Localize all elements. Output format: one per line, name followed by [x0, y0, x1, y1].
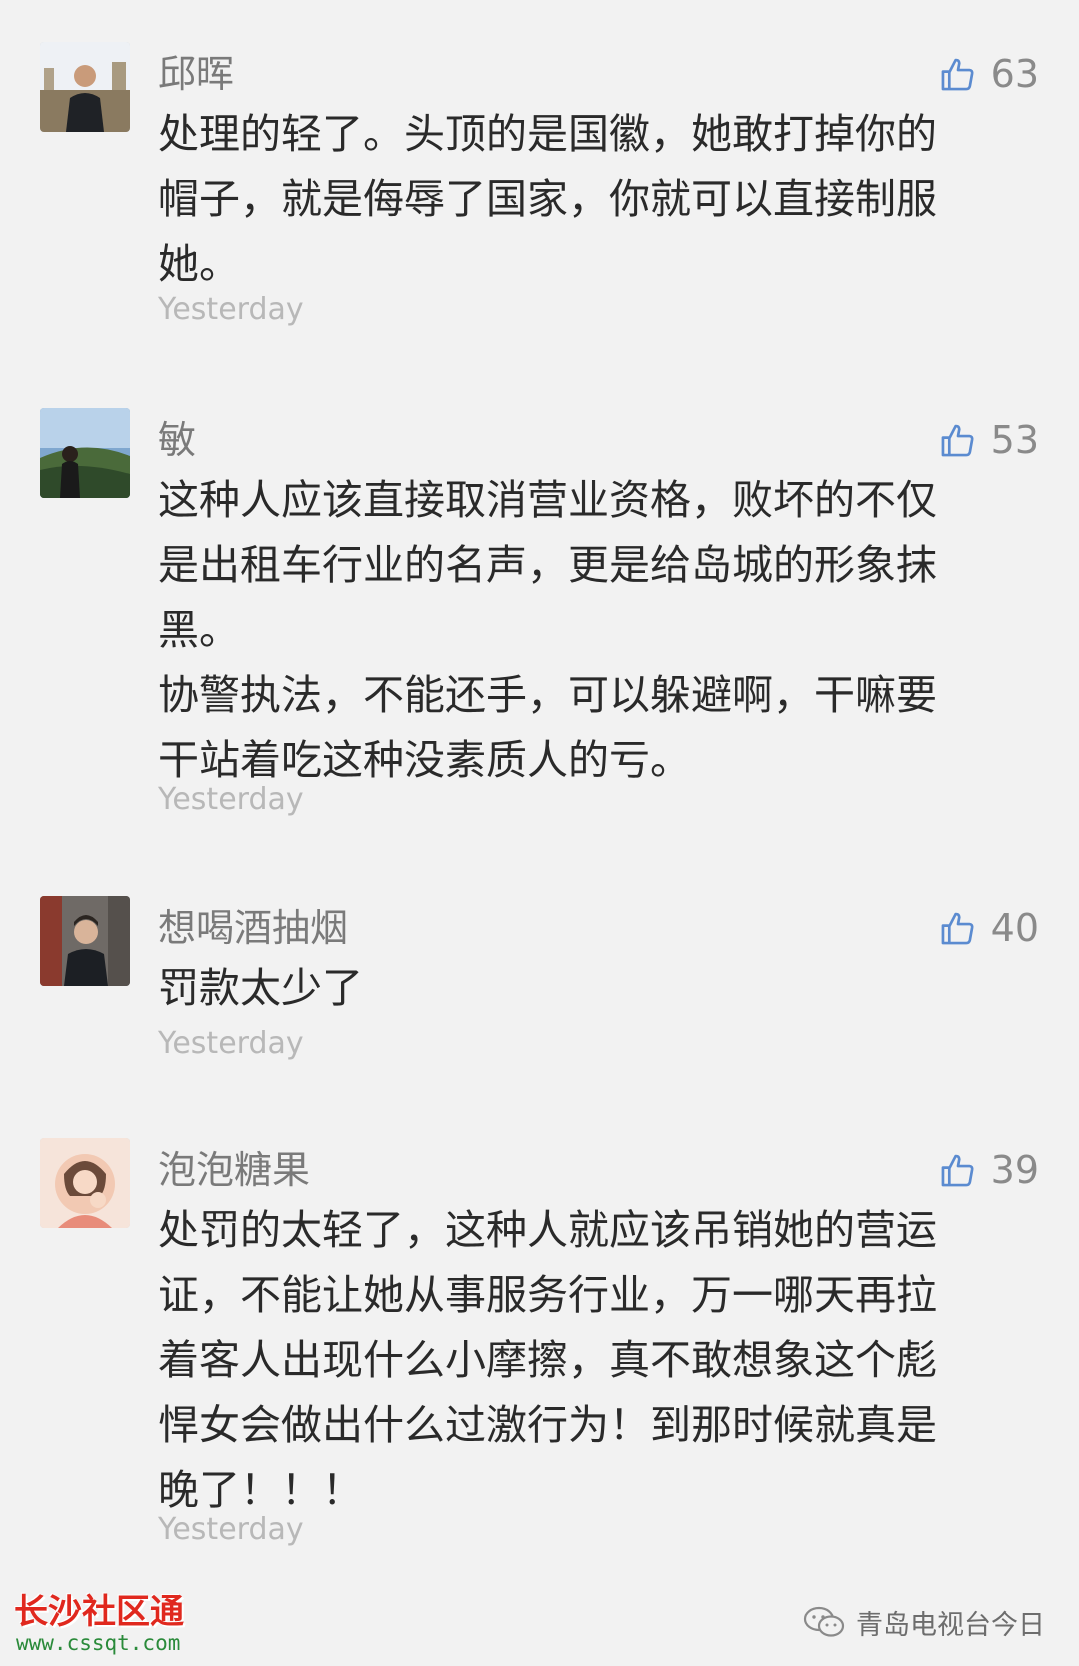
avatar-image — [40, 408, 130, 498]
like-button[interactable]: 39 — [939, 1144, 1039, 1196]
avatar[interactable] — [40, 408, 130, 498]
thumbs-up-icon — [941, 912, 974, 945]
watermark-right: 青岛电视台今日 — [802, 1600, 1045, 1644]
comment-text: 处罚的太轻了，这种人就应该吊销她的营运 证，不能让她从事服务行业，万一哪天再拉 … — [158, 1206, 937, 1514]
like-count: 40 — [990, 906, 1039, 950]
comment-time: Yesterday — [158, 1512, 304, 1547]
watermark-left: 长沙社区通 www.cssqt.com — [14, 1592, 214, 1658]
wechat-icon — [803, 1606, 845, 1637]
comment-text: 这种人应该直接取消营业资格，败坏的不仅 是出租车行业的名声，更是给岛城的形象抹 … — [158, 476, 937, 784]
comment-author[interactable]: 邱晖 — [158, 46, 234, 102]
like-count: 53 — [990, 418, 1039, 462]
watermark-account: 青岛电视台今日 — [856, 1609, 1045, 1641]
thumbs-up-icon — [941, 58, 974, 91]
like-button[interactable]: 53 — [939, 414, 1039, 466]
comment-time: Yesterday — [158, 782, 304, 817]
watermark-title: 长沙社区通 — [14, 1592, 184, 1632]
comment-text: 处理的轻了。头顶的是国徽，她敢打掉你的 帽子，就是侮辱了国家，你就可以直接制服 … — [158, 110, 937, 288]
comment-time: Yesterday — [158, 292, 304, 327]
comment-author[interactable]: 想喝酒抽烟 — [158, 900, 348, 956]
like-count: 63 — [990, 52, 1039, 96]
avatar[interactable] — [40, 896, 130, 986]
thumbs-up-icon — [941, 424, 974, 457]
avatar-image — [40, 1138, 130, 1228]
watermark-url: www.cssqt.com — [16, 1631, 181, 1655]
avatar-image — [40, 42, 130, 132]
thumbs-up-icon — [941, 1154, 974, 1187]
like-button[interactable]: 40 — [939, 902, 1039, 954]
avatar[interactable] — [40, 42, 130, 132]
comment-author[interactable]: 泡泡糖果 — [158, 1142, 310, 1198]
like-button[interactable]: 63 — [939, 48, 1039, 100]
like-count: 39 — [990, 1148, 1039, 1192]
avatar[interactable] — [40, 1138, 130, 1228]
comment-text: 罚款太少了 — [158, 964, 363, 1012]
comment-time: Yesterday — [158, 1026, 304, 1061]
comment-author[interactable]: 敏 — [158, 412, 196, 468]
avatar-image — [40, 896, 130, 986]
